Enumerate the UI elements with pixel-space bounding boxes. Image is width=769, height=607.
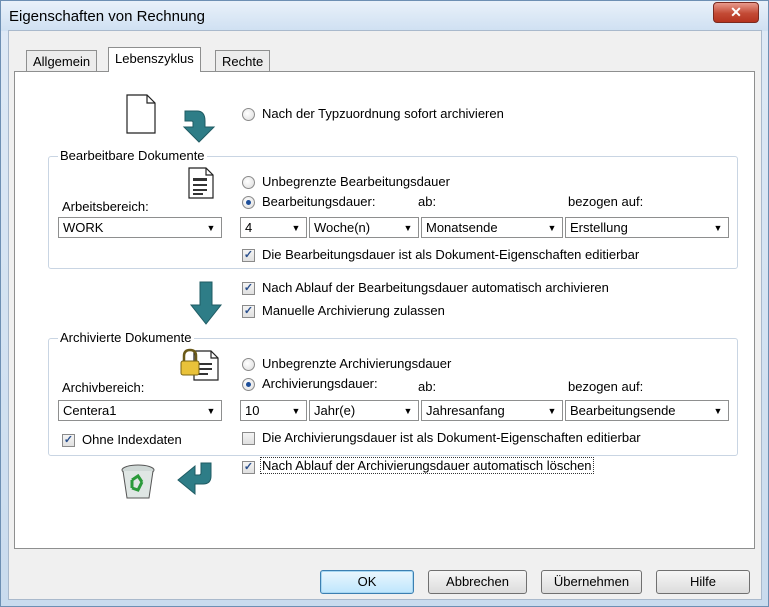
auto-delete-checkbox[interactable]: ✓ (242, 461, 255, 474)
unlimited-archiving-label: Unbegrenzte Archivierungsdauer (262, 356, 452, 371)
archiving-relative-select[interactable]: Bearbeitungsende ▼ (565, 400, 729, 421)
editing-amount-value: 4 (245, 220, 253, 235)
chevron-down-icon: ▼ (291, 223, 301, 233)
editable-documents-legend: Bearbeitbare Dokumente (58, 148, 207, 163)
archived-documents-legend: Archivierte Dokumente (58, 330, 194, 345)
cancel-button[interactable]: Abbrechen (428, 570, 527, 594)
chevron-down-icon: ▼ (206, 406, 216, 416)
chevron-down-icon: ▼ (291, 406, 301, 416)
archiving-unit-select[interactable]: Jahr(e) ▼ (309, 400, 419, 421)
editing-duration-radio[interactable] (242, 196, 255, 209)
unlimited-archiving-radio[interactable] (242, 358, 255, 371)
tab-rechte[interactable]: Rechte (215, 50, 271, 72)
arrow-down-icon (189, 281, 223, 325)
editing-editable-checkbox[interactable]: ✓ (242, 249, 255, 262)
editing-amount-select[interactable]: 4 ▼ (240, 217, 307, 238)
archiving-amount-select[interactable]: 10 ▼ (240, 400, 307, 421)
auto-archive-checkbox[interactable]: ✓ (242, 282, 255, 295)
archiving-relative-label: bezogen auf: (568, 379, 644, 394)
curved-arrow-down-icon (182, 110, 216, 143)
archive-area-select[interactable]: Centera1 ▼ (58, 400, 222, 421)
chevron-down-icon: ▼ (403, 406, 413, 416)
chevron-down-icon: ▼ (713, 223, 723, 233)
title-bar[interactable]: Eigenschaften von Rechnung ✕ (1, 1, 768, 31)
archiving-from-label: ab: (418, 379, 437, 394)
chevron-down-icon: ▼ (547, 223, 557, 233)
archive-immediately-radio[interactable] (242, 108, 255, 121)
apply-button[interactable]: Übernehmen (541, 570, 642, 594)
chevron-down-icon: ▼ (403, 223, 413, 233)
archiving-duration-radio[interactable] (242, 378, 255, 391)
manual-archive-label: Manuelle Archivierung zulassen (262, 303, 445, 318)
auto-delete-label[interactable]: Nach Ablauf der Archivierungsdauer autom… (260, 457, 594, 474)
archive-immediately-label: Nach der Typzuordnung sofort archivieren (262, 106, 504, 121)
archiving-relative-value: Bearbeitungsende (570, 403, 676, 418)
chevron-down-icon: ▼ (713, 406, 723, 416)
unlimited-editing-radio[interactable] (242, 176, 255, 189)
ok-button[interactable]: OK (320, 570, 414, 594)
tab-allgemein[interactable]: Allgemein (26, 50, 98, 72)
editing-duration-label: Bearbeitungsdauer: (262, 194, 376, 209)
window-title: Eigenschaften von Rechnung (9, 8, 205, 25)
manual-archive-checkbox[interactable]: ✓ (242, 305, 255, 318)
archiving-duration-label: Archivierungsdauer: (262, 376, 378, 391)
archive-area-label: Archivbereich: (62, 380, 145, 395)
no-index-label: Ohne Indexdaten (82, 432, 182, 447)
archiving-unit-value: Jahr(e) (314, 403, 356, 418)
editing-relative-label: bezogen auf: (568, 194, 644, 209)
editing-unit-select[interactable]: Woche(n) ▼ (309, 217, 419, 238)
editing-editable-label: Die Bearbeitungsdauer ist als Dokument-E… (262, 247, 640, 262)
workspace-label: Arbeitsbereich: (62, 199, 149, 214)
editing-relative-select[interactable]: Erstellung ▼ (565, 217, 729, 238)
workspace-select[interactable]: WORK ▼ (58, 217, 222, 238)
chevron-down-icon: ▼ (547, 406, 557, 416)
archiving-amount-value: 10 (245, 403, 260, 418)
help-button[interactable]: Hilfe (656, 570, 750, 594)
editing-relative-value: Erstellung (570, 220, 628, 235)
archiving-from-select[interactable]: Jahresanfang ▼ (421, 400, 563, 421)
workspace-value: WORK (63, 220, 104, 235)
edit-document-icon (188, 167, 214, 199)
auto-archive-label: Nach Ablauf der Bearbeitungsdauer automa… (262, 280, 609, 295)
no-index-checkbox[interactable]: ✓ (62, 434, 75, 447)
archiving-editable-checkbox[interactable] (242, 432, 255, 445)
editing-unit-value: Woche(n) (314, 220, 371, 235)
archiving-editable-label: Die Archivierungsdauer ist als Dokument-… (262, 430, 641, 445)
unlimited-editing-label: Unbegrenzte Bearbeitungsdauer (262, 174, 450, 189)
editing-from-label: ab: (418, 194, 437, 209)
editing-from-value: Monatsende (426, 220, 498, 235)
close-button[interactable]: ✕ (713, 2, 759, 23)
tab-lebenszyklus[interactable]: Lebenszyklus (108, 47, 201, 72)
chevron-down-icon: ▼ (206, 223, 216, 233)
archive-area-value: Centera1 (63, 403, 117, 418)
document-icon (126, 94, 156, 134)
curved-arrow-left-icon (177, 462, 212, 496)
editing-from-select[interactable]: Monatsende ▼ (421, 217, 563, 238)
recycle-bin-icon (121, 464, 155, 499)
locked-document-icon (180, 348, 219, 381)
archiving-from-value: Jahresanfang (426, 403, 505, 418)
